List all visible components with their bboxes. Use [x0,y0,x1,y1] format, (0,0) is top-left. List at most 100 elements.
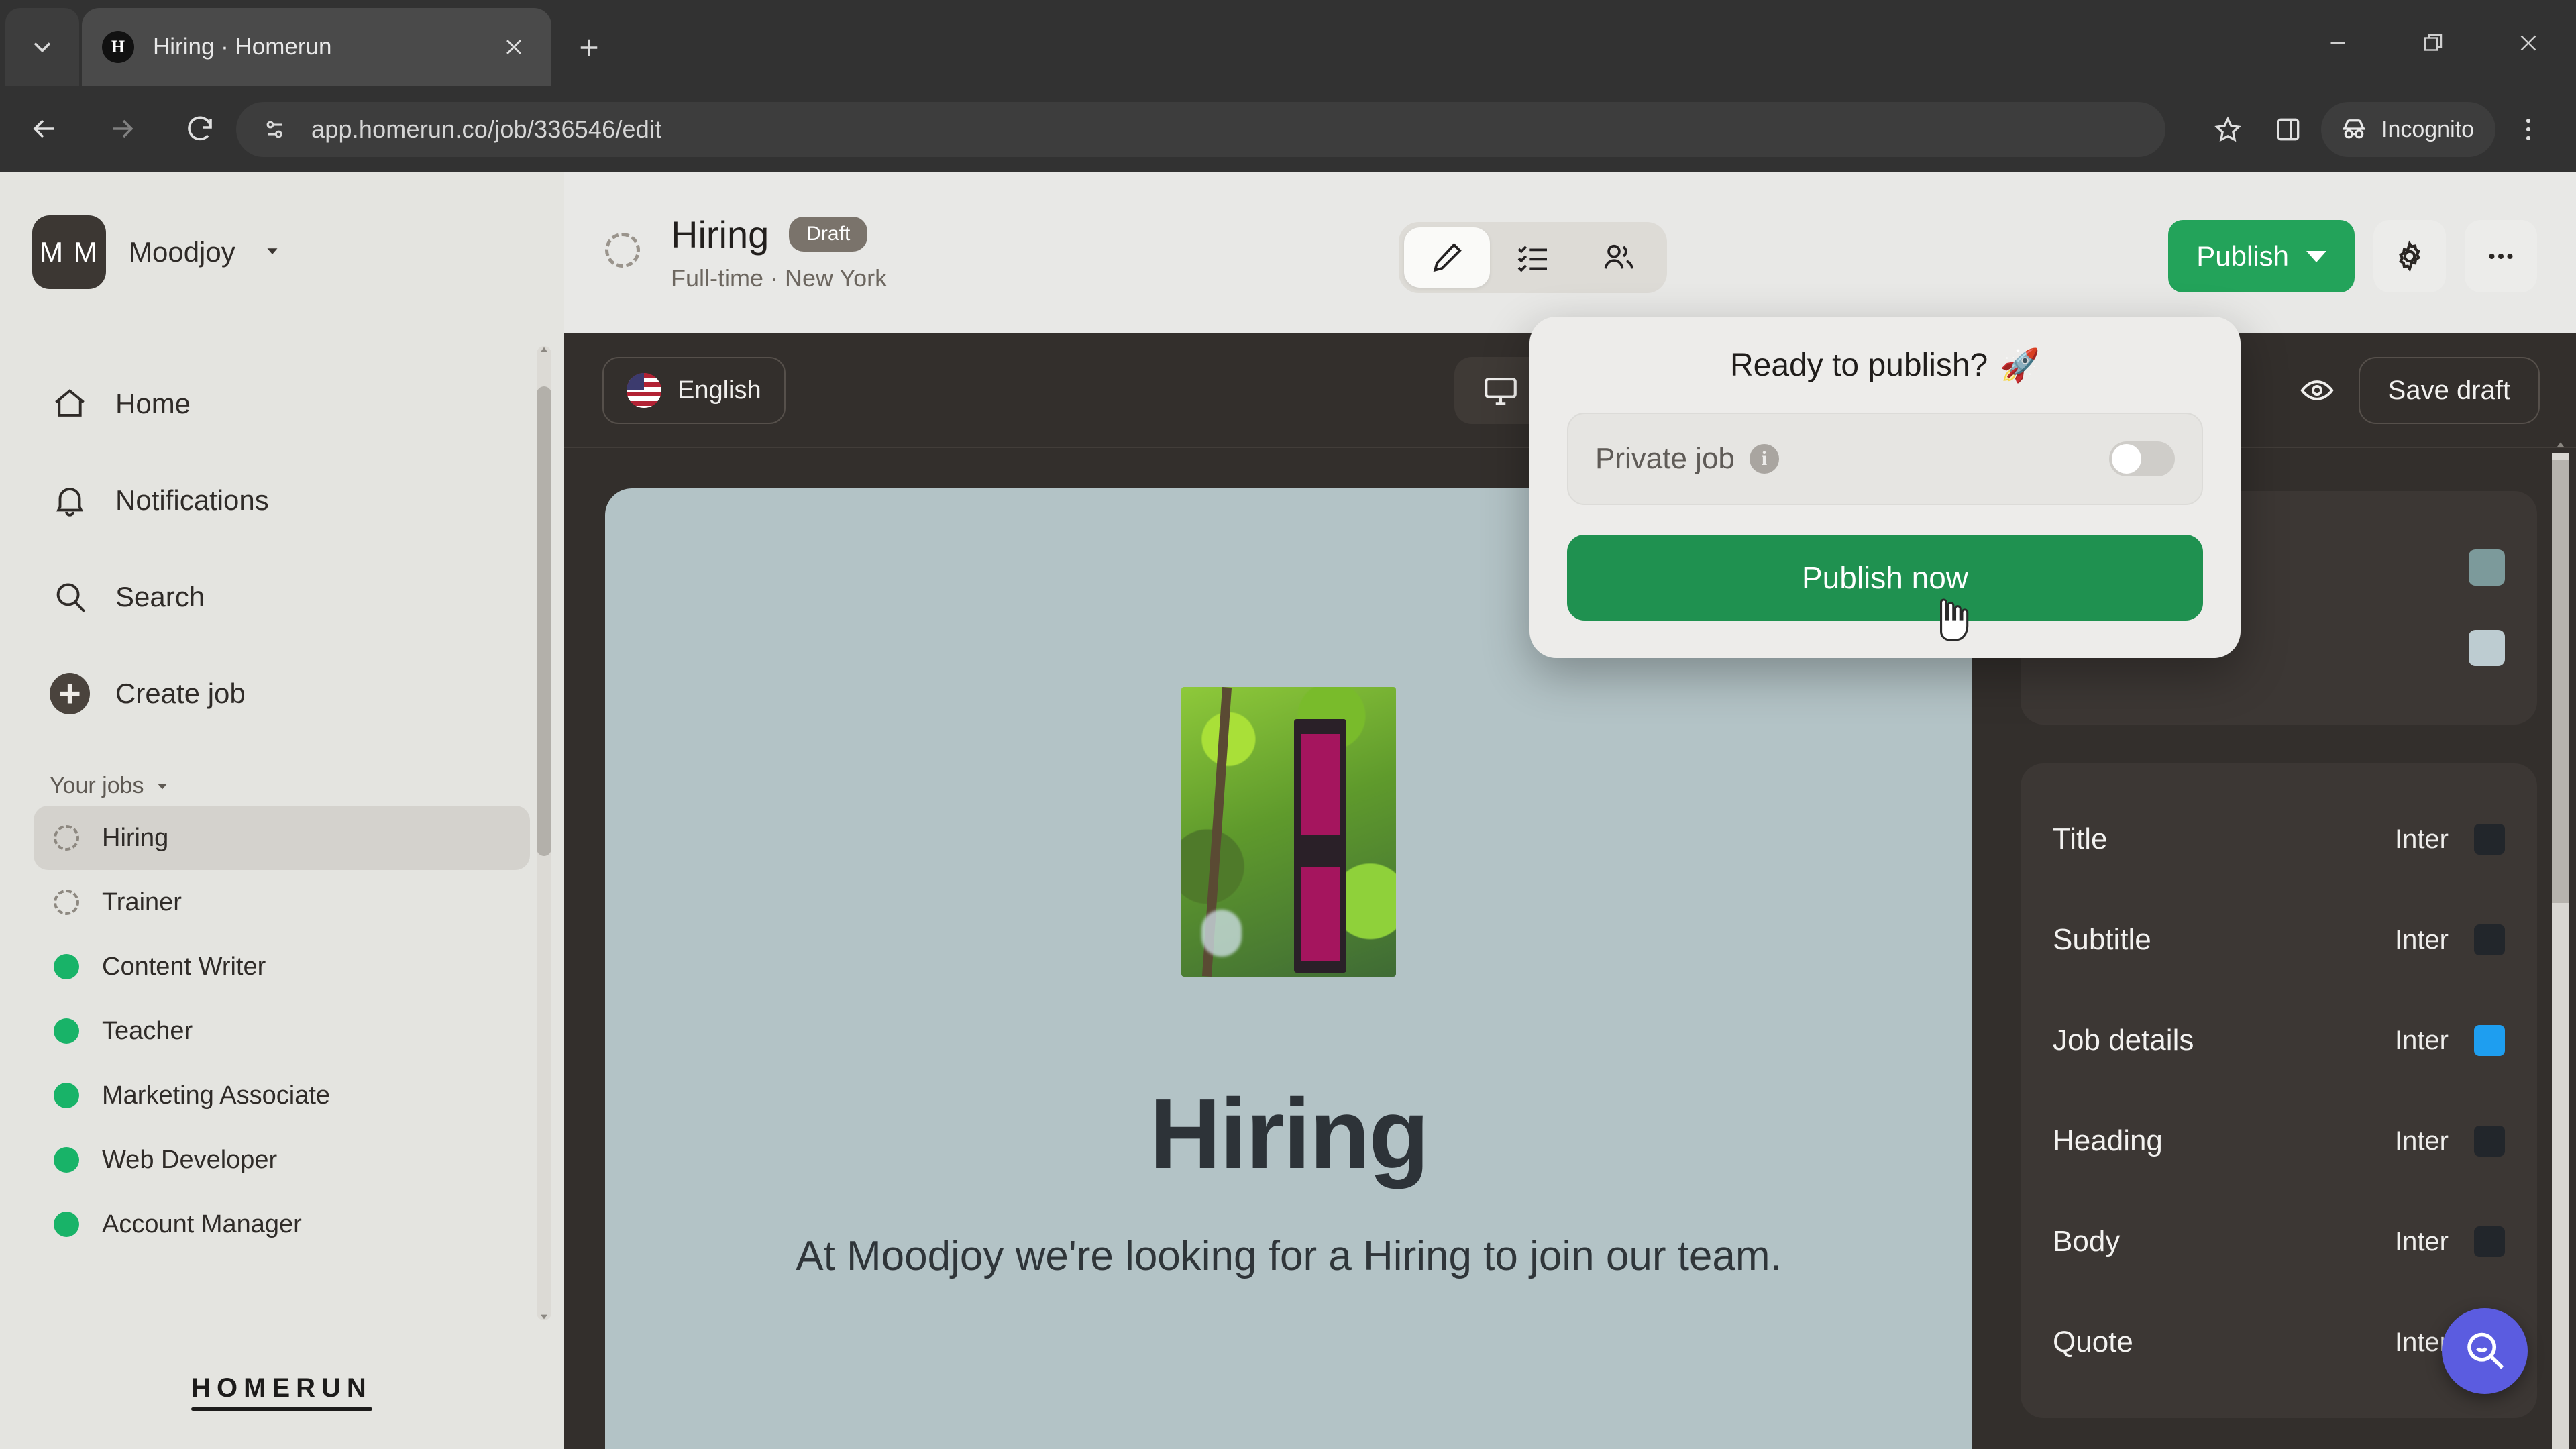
typography-row-heading[interactable]: Heading Inter [2053,1091,2505,1191]
pencil-icon [1433,243,1462,272]
preview-title: Hiring [1149,1079,1430,1189]
maximize-button[interactable] [2385,0,2481,86]
job-list-item-marketing-associate[interactable]: Marketing Associate [34,1063,530,1128]
save-draft-button[interactable]: Save draft [2358,357,2540,424]
popover-title-text: Ready to publish? [1729,347,1988,383]
sidebar: M M Moodjoy Home Notifications Search Cr… [0,172,564,1449]
job-label: Account Manager [102,1210,302,1238]
sidebar-item-home[interactable]: Home [28,356,535,452]
site-settings-button[interactable] [259,113,291,146]
homerun-logo-text: HOMERUN [191,1373,372,1403]
publish-label: Publish [2196,240,2289,272]
help-search-button[interactable] [2442,1308,2528,1394]
color-swatch[interactable] [2469,630,2505,666]
chevron-up-icon [2557,442,2565,447]
close-icon [2520,35,2536,51]
star-icon [2214,116,2241,142]
job-list-item-content-writer[interactable]: Content Writer [34,934,530,999]
language-selector[interactable]: English [602,357,786,424]
typography-label: Body [2053,1225,2121,1258]
job-list-item-teacher[interactable]: Teacher [34,999,530,1063]
typography-label: Quote [2053,1326,2133,1358]
tab-edit[interactable] [1404,227,1490,288]
job-subtitle: Full-time · New York [671,264,888,292]
forward-button[interactable] [89,95,156,162]
preview-button[interactable] [2281,357,2353,424]
job-list-item-account-manager[interactable]: Account Manager [34,1192,530,1256]
side-panel-icon [2277,118,2300,141]
live-status-icon [54,1147,79,1173]
save-draft-label: Save draft [2387,375,2510,405]
color-swatch[interactable] [2469,549,2505,586]
typography-row-quote[interactable]: Quote Inter [2053,1292,2505,1393]
job-label: Hiring [102,823,169,852]
your-jobs-header[interactable]: Your jobs [50,773,564,799]
sidebar-item-search[interactable]: Search [28,549,535,645]
more-options-button[interactable] [2465,220,2537,292]
draft-status-icon [605,233,644,272]
typography-row-job-details[interactable]: Job details Inter [2053,990,2505,1091]
private-job-row[interactable]: Private job i [1567,413,2203,505]
typography-row-body[interactable]: Body Inter [2053,1191,2505,1292]
sidebar-footer: HOMERUN [0,1334,564,1449]
search-smile-icon [2467,1332,2504,1369]
browser-menu-button[interactable] [2501,102,2556,157]
editor-scrollbar[interactable] [2552,442,2569,1449]
close-window-button[interactable] [2481,0,2576,86]
chevron-down-icon [34,42,51,53]
private-job-toggle[interactable] [2109,441,2175,476]
color-swatch[interactable] [2474,824,2505,855]
scroll-down-arrow[interactable] [537,1308,551,1326]
job-list-item-web-developer[interactable]: Web Developer [34,1128,530,1192]
rocket-icon: 🚀 [2000,348,2041,384]
sidebar-item-label: Notifications [115,484,269,516]
tab-close-button[interactable] [496,30,531,64]
tab-candidates[interactable] [1576,227,1662,288]
scroll-up-arrow[interactable] [537,341,551,358]
settings-button[interactable] [2373,220,2446,292]
side-panel-button[interactable] [2261,102,2316,157]
tab-search-button[interactable] [5,8,79,86]
publish-now-label: Publish now [1801,560,1969,595]
incognito-indicator[interactable]: Incognito [2321,102,2496,157]
scrollbar-thumb[interactable] [537,386,551,856]
new-tab-button[interactable] [567,25,611,70]
color-swatch[interactable] [2474,1226,2505,1257]
draft-status-icon [54,825,79,851]
arrow-left-icon [33,119,54,138]
publish-now-button[interactable]: Publish now [1567,535,2203,621]
sidebar-scrollbar[interactable] [537,346,551,1320]
browser-tab[interactable]: H Hiring · Homerun [82,8,551,86]
info-icon[interactable]: i [1749,444,1779,474]
reload-button[interactable] [166,95,233,162]
eye-icon [2300,380,2334,400]
more-horizontal-icon [2489,253,2513,260]
job-list-item-hiring[interactable]: Hiring [34,806,530,870]
address-bar[interactable]: app.homerun.co/job/336546/edit [236,102,2165,157]
popover-title: Ready to publish? 🚀 [1567,346,2203,384]
typography-font: Inter [2394,1226,2449,1256]
workspace-switcher[interactable]: M M Moodjoy [0,172,564,333]
page-title: Hiring [671,213,769,256]
minimize-button[interactable] [2290,0,2385,86]
color-swatch[interactable] [2474,1025,2505,1056]
tab-checklist[interactable] [1490,227,1576,288]
color-swatch[interactable] [2474,1126,2505,1157]
chevron-down-icon [262,241,282,264]
job-label: Web Developer [102,1145,278,1174]
publish-button[interactable]: Publish [2168,220,2355,292]
scrollbar-thumb[interactable] [2552,460,2569,903]
scroll-up-arrow[interactable] [2553,436,2568,453]
gear-icon [2399,240,2420,272]
bookmark-button[interactable] [2200,102,2255,157]
job-list-item-trainer[interactable]: Trainer [34,870,530,934]
window-controls [2290,0,2576,86]
typography-row-title[interactable]: Title Inter [2053,789,2505,890]
back-button[interactable] [11,95,78,162]
color-swatch[interactable] [2474,924,2505,955]
typography-row-subtitle[interactable]: Subtitle Inter [2053,890,2505,990]
sidebar-item-notifications[interactable]: Notifications [28,452,535,549]
workspace-name: Moodjoy [129,236,235,268]
sidebar-item-create-job[interactable]: Create job [28,645,535,742]
minimize-icon [2330,42,2345,44]
